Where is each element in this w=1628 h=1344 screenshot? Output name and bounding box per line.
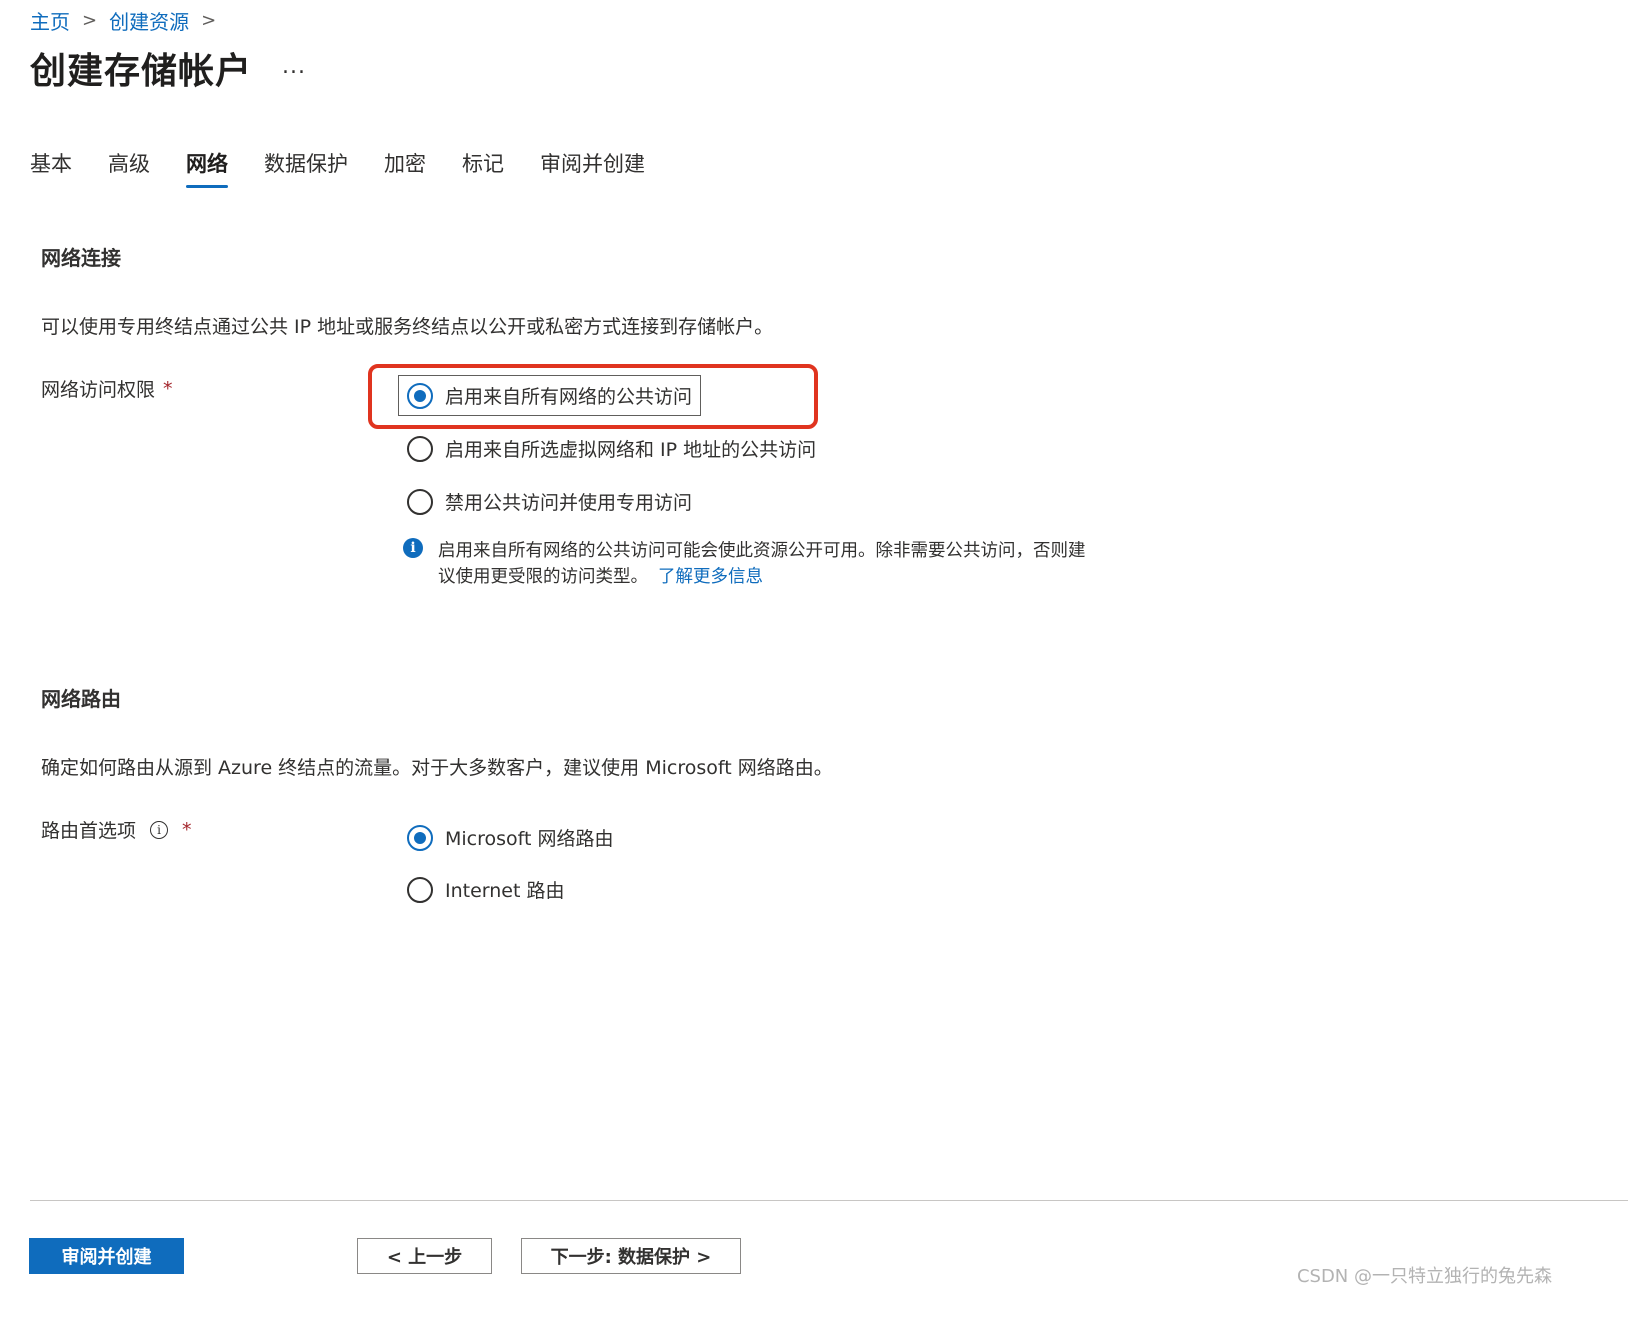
routing-preference-label-text: 路由首选项 [41, 820, 137, 842]
page-title: 创建存储帐户 [30, 51, 253, 92]
radio-button-checked[interactable] [407, 382, 433, 409]
radio-label: 启用来自所有网络的公共访问 [445, 386, 693, 408]
network-access-label-text: 网络访问权限 [41, 379, 156, 401]
footer-divider [30, 1200, 1628, 1201]
tab-tags[interactable]: 标记 [462, 148, 504, 188]
tab-encryption[interactable]: 加密 [384, 148, 426, 188]
chevron-right-icon: > [201, 9, 217, 31]
radio-button-checked[interactable] [407, 824, 433, 851]
info-icon: i [403, 538, 423, 558]
radio-label: 禁用公共访问并使用专用访问 [445, 492, 693, 514]
radio-label: Internet 路由 [445, 880, 565, 902]
network-connectivity-description: 可以使用专用终结点通过公共 IP 地址或服务终结点以公开或私密方式连接到存储帐户… [41, 316, 774, 338]
info-tooltip-icon[interactable]: i [150, 820, 169, 839]
radio-public-selected-networks[interactable]: 启用来自所选虚拟网络和 IP 地址的公共访问 [407, 435, 816, 462]
radio-button[interactable] [407, 435, 433, 462]
review-create-button[interactable]: 审阅并创建 [29, 1238, 184, 1274]
network-routing-description: 确定如何路由从源到 Azure 终结点的流量。对于大多数客户，建议使用 Micr… [41, 757, 833, 779]
radio-microsoft-routing[interactable]: Microsoft 网络路由 [407, 824, 614, 851]
next-data-protection-button[interactable]: 下一步: 数据保护 > [521, 1238, 741, 1274]
radio-button[interactable] [407, 488, 433, 515]
info-message-line2: 议使用更受限的访问类型。 了解更多信息 [438, 564, 1086, 590]
radio-public-all-networks[interactable]: 启用来自所有网络的公共访问 [398, 375, 702, 416]
info-message: 启用来自所有网络的公共访问可能会使此资源公开可用。除非需要公共访问，否则建 议使… [438, 538, 1086, 590]
breadcrumb: 主页 > 创建资源 > [30, 6, 228, 34]
tab-bar: 基本 高级 网络 数据保护 加密 标记 审阅并创建 [30, 148, 681, 188]
chevron-right-icon: > [82, 9, 98, 31]
radio-internet-routing[interactable]: Internet 路由 [407, 876, 564, 903]
more-options-icon[interactable]: ... [282, 54, 306, 79]
network-routing-title: 网络路由 [41, 687, 121, 711]
tab-advanced[interactable]: 高级 [108, 148, 150, 188]
info-message-line1: 启用来自所有网络的公共访问可能会使此资源公开可用。除非需要公共访问，否则建 [438, 541, 1086, 561]
previous-button[interactable]: < 上一步 [357, 1238, 492, 1274]
radio-button[interactable] [407, 876, 433, 903]
network-connectivity-title: 网络连接 [41, 246, 121, 270]
routing-preference-label: 路由首选项 i * [41, 816, 192, 843]
tab-networking[interactable]: 网络 [186, 148, 228, 188]
required-marker: * [163, 377, 173, 400]
watermark: CSDN @一只特立独行的兔先森 [1296, 1266, 1552, 1287]
breadcrumb-create-resource-link[interactable]: 创建资源 [109, 6, 189, 35]
network-access-label: 网络访问权限 * [41, 375, 173, 402]
breadcrumb-home-link[interactable]: 主页 [30, 6, 70, 35]
required-marker: * [182, 818, 192, 841]
info-message-line2-text: 议使用更受限的访问类型。 [438, 567, 648, 587]
learn-more-link[interactable]: 了解更多信息 [658, 567, 763, 587]
radio-label: 启用来自所选虚拟网络和 IP 地址的公共访问 [445, 439, 817, 461]
radio-disable-public-access[interactable]: 禁用公共访问并使用专用访问 [407, 488, 692, 515]
tab-basics[interactable]: 基本 [30, 148, 72, 188]
tab-review-create[interactable]: 审阅并创建 [540, 148, 645, 188]
radio-label: Microsoft 网络路由 [445, 828, 614, 850]
tab-data-protection[interactable]: 数据保护 [264, 148, 348, 188]
